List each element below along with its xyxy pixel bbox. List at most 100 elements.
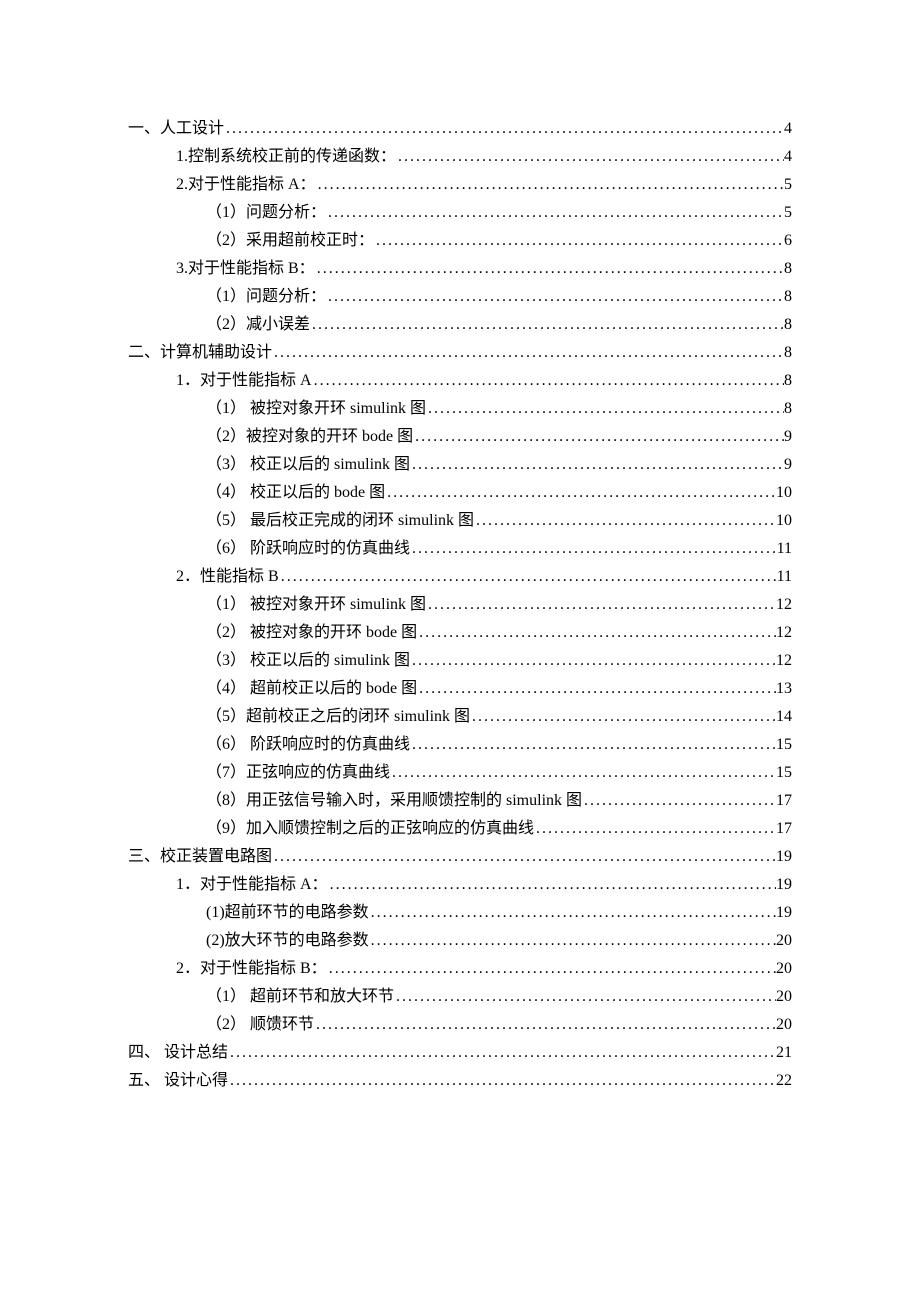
toc-leader-dots: ........................................… xyxy=(310,311,784,339)
toc-entry[interactable]: （1） 被控对象开环 simulink 图...................… xyxy=(128,591,792,619)
toc-entry[interactable]: （6） 阶跃响应时的仿真曲线..........................… xyxy=(128,535,792,563)
toc-entry[interactable]: （6） 阶跃响应时的仿真曲线..........................… xyxy=(128,731,792,759)
toc-entry-text: （2） 被控对象的开环 bode 图 xyxy=(206,619,417,647)
toc-leader-dots: ........................................… xyxy=(396,143,784,171)
toc-entry[interactable]: （2）采用超前校正时：.............................… xyxy=(128,227,792,255)
toc-entry-page: 9 xyxy=(784,451,792,479)
toc-entry-text: （1）问题分析： xyxy=(206,199,326,227)
toc-entry-page: 10 xyxy=(776,507,792,535)
toc-entry-page: 4 xyxy=(784,143,792,171)
toc-entry-page: 8 xyxy=(784,283,792,311)
toc-entry-page: 12 xyxy=(776,619,792,647)
toc-leader-dots: ........................................… xyxy=(312,367,784,395)
toc-entry-text: （4） 校正以后的 bode 图 xyxy=(206,479,385,507)
toc-entry-text: （9）加入顺馈控制之后的正弦响应的仿真曲线 xyxy=(206,815,534,843)
toc-entry-text: （2）减小误差 xyxy=(206,311,310,339)
toc-entry-text: 3.对于性能指标 B： xyxy=(176,255,315,283)
toc-entry[interactable]: （5） 最后校正完成的闭环 simulink 图................… xyxy=(128,507,792,535)
toc-leader-dots: ........................................… xyxy=(410,535,777,563)
toc-entry[interactable]: （1）问题分析：................................… xyxy=(128,199,792,227)
toc-leader-dots: ........................................… xyxy=(326,199,784,227)
toc-entry[interactable]: (2)放大环节的电路参数............................… xyxy=(128,927,792,955)
toc-entry[interactable]: （4） 校正以后的 bode 图........................… xyxy=(128,479,792,507)
toc-entry-text: （1） 被控对象开环 simulink 图 xyxy=(206,395,426,423)
toc-entry[interactable]: 2.对于性能指标 A：.............................… xyxy=(128,171,792,199)
toc-entry-page: 20 xyxy=(776,955,792,983)
toc-entry[interactable]: 2．对于性能指标 B：.............................… xyxy=(128,955,792,983)
toc-entry-page: 20 xyxy=(776,1011,792,1039)
toc-leader-dots: ........................................… xyxy=(369,899,776,927)
toc-entry[interactable]: （1） 被控对象开环 simulink 图...................… xyxy=(128,395,792,423)
toc-entry-page: 8 xyxy=(784,367,792,395)
toc-leader-dots: ........................................… xyxy=(470,703,776,731)
toc-entry-text: （5）超前校正之后的闭环 simulink 图 xyxy=(206,703,470,731)
toc-entry[interactable]: 1．对于性能指标 A：.............................… xyxy=(128,871,792,899)
toc-entry-page: 12 xyxy=(776,647,792,675)
toc-entry-text: (2)放大环节的电路参数 xyxy=(206,927,369,955)
toc-entry[interactable]: （8）用正弦信号输入时，采用顺馈控制的 simulink 图..........… xyxy=(128,787,792,815)
toc-entry-page: 19 xyxy=(776,899,792,927)
toc-leader-dots: ........................................… xyxy=(272,339,784,367)
toc-entry[interactable]: （2）被控对象的开环 bode 图.......................… xyxy=(128,423,792,451)
toc-entry[interactable]: （1）问题分析：................................… xyxy=(128,283,792,311)
toc-entry-page: 19 xyxy=(776,871,792,899)
toc-leader-dots: ........................................… xyxy=(417,675,776,703)
toc-entry-text: 1.控制系统校正前的传递函数： xyxy=(176,143,396,171)
toc-leader-dots: ........................................… xyxy=(369,927,776,955)
table-of-contents: 一、人工设计..................................… xyxy=(128,115,792,1095)
toc-entry-page: 8 xyxy=(784,395,792,423)
toc-leader-dots: ........................................… xyxy=(228,1067,776,1095)
toc-leader-dots: ........................................… xyxy=(410,731,776,759)
toc-entry[interactable]: 3.对于性能指标 B：.............................… xyxy=(128,255,792,283)
toc-entry[interactable]: （7）正弦响应的仿真曲线............................… xyxy=(128,759,792,787)
toc-entry-page: 11 xyxy=(777,535,792,563)
toc-entry[interactable]: （5）超前校正之后的闭环 simulink 图.................… xyxy=(128,703,792,731)
toc-entry[interactable]: （9）加入顺馈控制之后的正弦响应的仿真曲线...................… xyxy=(128,815,792,843)
toc-leader-dots: ........................................… xyxy=(426,591,776,619)
toc-entry[interactable]: （2）减小误差.................................… xyxy=(128,311,792,339)
toc-entry-text: （7）正弦响应的仿真曲线 xyxy=(206,759,390,787)
toc-leader-dots: ........................................… xyxy=(316,171,784,199)
toc-entry-page: 12 xyxy=(776,591,792,619)
toc-entry[interactable]: 1.控制系统校正前的传递函数：.........................… xyxy=(128,143,792,171)
toc-entry[interactable]: 四、 设计总结.................................… xyxy=(128,1039,792,1067)
toc-entry[interactable]: (1)超前环节的电路参数............................… xyxy=(128,899,792,927)
toc-entry-page: 5 xyxy=(784,199,792,227)
toc-entry[interactable]: （2） 被控对象的开环 bode 图......................… xyxy=(128,619,792,647)
toc-entry-page: 13 xyxy=(776,675,792,703)
toc-entry-text: 1．对于性能指标 A： xyxy=(176,871,328,899)
toc-entry[interactable]: （4） 超前校正以后的 bode 图......................… xyxy=(128,675,792,703)
toc-entry-text: （1）问题分析： xyxy=(206,283,326,311)
toc-leader-dots: ........................................… xyxy=(327,955,776,983)
toc-entry-text: 2．性能指标 B xyxy=(176,563,279,591)
toc-leader-dots: ........................................… xyxy=(272,843,776,871)
toc-entry[interactable]: 1．对于性能指标 A .............................… xyxy=(128,367,792,395)
toc-entry[interactable]: 五、 设计心得.................................… xyxy=(128,1067,792,1095)
toc-entry-page: 15 xyxy=(776,731,792,759)
toc-entry-page: 21 xyxy=(776,1039,792,1067)
toc-entry[interactable]: （3） 校正以后的 simulink 图....................… xyxy=(128,451,792,479)
toc-entry-page: 8 xyxy=(784,339,792,367)
toc-entry-text: 1．对于性能指标 A xyxy=(176,367,312,395)
toc-entry-page: 22 xyxy=(776,1067,792,1095)
toc-entry[interactable]: （2） 顺馈环节................................… xyxy=(128,1011,792,1039)
toc-entry[interactable]: 一、人工设计..................................… xyxy=(128,115,792,143)
toc-entry[interactable]: 2．性能指标 B................................… xyxy=(128,563,792,591)
toc-entry[interactable]: 三、校正装置电路图...............................… xyxy=(128,843,792,871)
toc-entry-text: 2.对于性能指标 A： xyxy=(176,171,316,199)
toc-entry-page: 5 xyxy=(784,171,792,199)
toc-entry-text: （4） 超前校正以后的 bode 图 xyxy=(206,675,417,703)
toc-entry-text: 三、校正装置电路图 xyxy=(128,843,272,871)
toc-leader-dots: ........................................… xyxy=(390,759,776,787)
toc-entry-page: 4 xyxy=(784,115,792,143)
toc-leader-dots: ........................................… xyxy=(582,787,776,815)
toc-entry[interactable]: （1） 超前环节和放大环节...........................… xyxy=(128,983,792,1011)
toc-entry-text: （6） 阶跃响应时的仿真曲线 xyxy=(206,535,410,563)
toc-entry-text: （1） 被控对象开环 simulink 图 xyxy=(206,591,426,619)
toc-entry-text: （2）采用超前校正时： xyxy=(206,227,374,255)
toc-entry[interactable]: （3） 校正以后的 simulink 图....................… xyxy=(128,647,792,675)
toc-leader-dots: ........................................… xyxy=(279,563,777,591)
toc-entry-text: （3） 校正以后的 simulink 图 xyxy=(206,647,410,675)
toc-entry-page: 8 xyxy=(784,311,792,339)
toc-entry[interactable]: 二、计算机辅助设计...............................… xyxy=(128,339,792,367)
